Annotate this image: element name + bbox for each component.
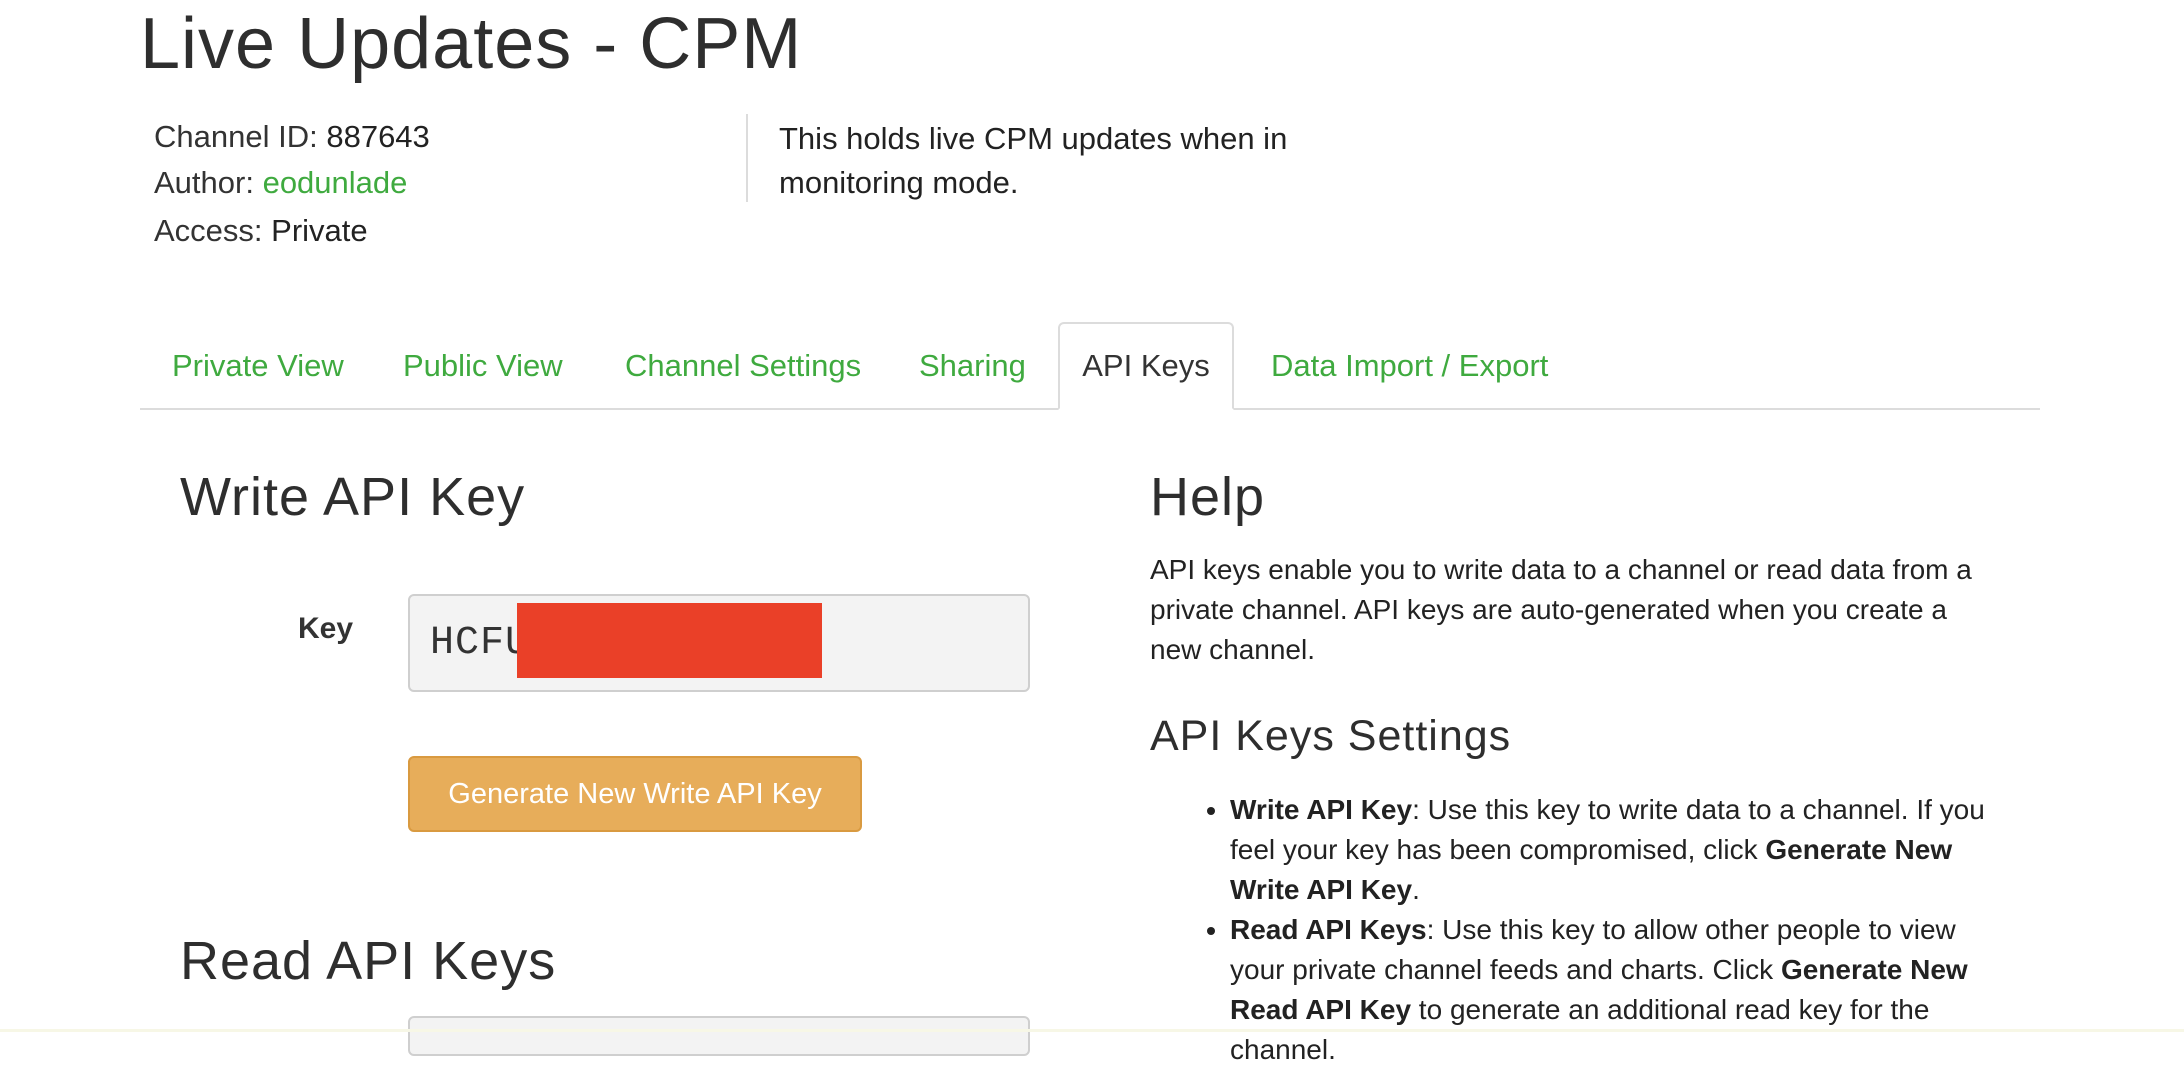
list-item: Read API Keys: Use this key to allow oth…: [1230, 910, 2010, 1070]
help-heading: Help: [1150, 467, 1266, 527]
read-api-keys-heading: Read API Keys: [180, 931, 557, 991]
tab-channel-settings[interactable]: Channel Settings: [625, 322, 861, 410]
tab-sharing[interactable]: Sharing: [919, 322, 1026, 410]
generate-write-api-key-button[interactable]: Generate New Write API Key: [408, 756, 862, 832]
api-keys-settings-heading: API Keys Settings: [1150, 712, 1512, 760]
setting-term: Read API Keys: [1230, 914, 1427, 945]
access-value: Private: [271, 213, 368, 248]
read-api-key-field[interactable]: [408, 1016, 1030, 1056]
access-row: Access: Private: [154, 211, 368, 251]
tab-private-view[interactable]: Private View: [172, 322, 344, 410]
setting-term: Write API Key: [1230, 794, 1413, 825]
redaction-box: [517, 603, 822, 678]
author-label: Author:: [154, 165, 254, 200]
write-api-key-value: HCFU: [430, 620, 531, 666]
channel-id-value: 887643: [326, 119, 430, 154]
setting-text-end: .: [1412, 874, 1420, 905]
page-title: Live Updates - CPM: [140, 4, 803, 84]
tab-data-import-export[interactable]: Data Import / Export: [1271, 322, 1548, 410]
channel-id-row: Channel ID: 887643: [154, 117, 430, 157]
author-row: Author: eodunlade: [154, 163, 407, 203]
api-keys-settings-list: Write API Key: Use this key to write dat…: [1150, 790, 2010, 1070]
channel-id-label: Channel ID:: [154, 119, 318, 154]
meta-divider: [746, 114, 748, 202]
access-label: Access:: [154, 213, 263, 248]
author-link[interactable]: eodunlade: [263, 165, 408, 200]
tab-api-keys[interactable]: API Keys: [1058, 322, 1234, 410]
help-text: API keys enable you to write data to a c…: [1150, 554, 1972, 665]
tab-public-view[interactable]: Public View: [403, 322, 563, 410]
key-label: Key: [298, 612, 354, 645]
list-item: Write API Key: Use this key to write dat…: [1230, 790, 2010, 910]
channel-description: This holds live CPM updates when in moni…: [779, 121, 1288, 200]
write-api-key-heading: Write API Key: [180, 467, 526, 527]
